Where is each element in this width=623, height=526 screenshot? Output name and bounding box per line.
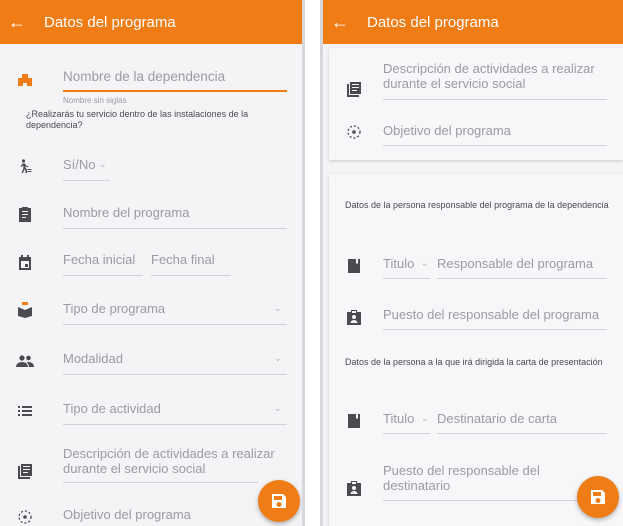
dependencia-input[interactable]: Nombre de la dependencia xyxy=(63,69,225,84)
puesto-responsable-underline xyxy=(383,329,607,330)
titulo-underline xyxy=(383,278,430,279)
chevron-down-icon: ⌄ xyxy=(99,159,107,169)
target-icon xyxy=(345,123,363,141)
titulo-select[interactable]: Titulo xyxy=(383,411,414,426)
destinatario-underline xyxy=(437,433,607,434)
programa-input[interactable]: Nombre del programa xyxy=(63,205,189,220)
responsable-input[interactable]: Responsable del programa xyxy=(437,256,593,271)
walking-person-icon xyxy=(16,158,34,176)
destinatario-input[interactable]: Destinatario de carta xyxy=(437,411,557,426)
si-no-select[interactable]: Sí/No xyxy=(63,157,96,172)
responsables-card: Datos de la persona responsable del prog… xyxy=(329,174,623,526)
objetivo-input[interactable]: Objetivo del programa xyxy=(383,123,511,138)
badge-icon xyxy=(345,479,363,497)
tipo-actividad-underline xyxy=(63,424,287,425)
tipo-actividad-select[interactable]: Tipo de actividad xyxy=(63,401,161,416)
chevron-down-icon: ⌄ xyxy=(421,413,429,423)
save-icon xyxy=(591,490,605,504)
descripcion-input[interactable]: Descripción de actividades a realizar du… xyxy=(63,446,287,476)
save-icon xyxy=(272,494,286,508)
dependencia-underline xyxy=(63,90,287,92)
page-title: Datos del programa xyxy=(44,13,176,31)
back-arrow-icon[interactable]: ← xyxy=(323,0,357,44)
chevron-down-icon: ⌄ xyxy=(274,303,282,313)
left-screen: ← Datos del programa Nombre de la depend… xyxy=(0,0,305,526)
modalidad-underline xyxy=(63,374,287,375)
fecha-inicial-underline xyxy=(63,275,143,276)
descripcion-underline xyxy=(383,99,607,100)
target-icon xyxy=(16,508,34,526)
si-no-underline xyxy=(63,180,110,181)
program-type-icon xyxy=(16,301,34,319)
app-bar: ← Datos del programa xyxy=(323,0,623,44)
chevron-down-icon: ⌄ xyxy=(274,353,282,363)
list-icon xyxy=(16,402,34,420)
tipo-programa-select[interactable]: Tipo de programa xyxy=(63,301,165,316)
objetivo-underline xyxy=(383,145,607,146)
badge-icon xyxy=(345,308,363,326)
puesto-destinatario-underline xyxy=(383,500,579,501)
back-arrow-icon[interactable]: ← xyxy=(0,0,34,44)
bookmark-icon xyxy=(345,412,363,430)
responsable-underline xyxy=(437,278,607,279)
puesto-destinatario-input[interactable]: Puesto del responsable del destinatario xyxy=(383,463,573,493)
puesto-responsable-input[interactable]: Puesto del responsable del programa xyxy=(383,307,599,322)
description-icon xyxy=(345,80,363,98)
descripcion-underline xyxy=(63,482,258,483)
program-detail-card: Descripción de actividades a realizar du… xyxy=(329,48,623,160)
descripcion-input[interactable]: Descripción de actividades a realizar du… xyxy=(383,61,611,91)
objetivo-input[interactable]: Objetivo del programa xyxy=(63,507,191,522)
save-button[interactable] xyxy=(258,480,300,522)
responsable-heading: Datos de la persona responsable del prog… xyxy=(345,200,609,210)
chevron-down-icon: ⌄ xyxy=(274,403,282,413)
stage: ← Datos del programa Nombre de la depend… xyxy=(0,0,623,526)
building-icon xyxy=(16,70,34,88)
fecha-final-underline xyxy=(151,275,231,276)
carta-heading: Datos de la persona a la que irá dirigid… xyxy=(345,357,603,367)
titulo-select[interactable]: Titulo xyxy=(383,256,414,271)
programa-underline xyxy=(63,228,287,229)
description-icon xyxy=(16,462,34,480)
fecha-inicial-input[interactable]: Fecha inicial xyxy=(63,252,135,267)
people-icon xyxy=(16,352,34,370)
instalaciones-question: ¿Realizarás tu servicio dentro de las in… xyxy=(26,109,249,130)
tipo-programa-underline xyxy=(63,324,287,325)
right-screen: ← Datos del programa Descripción de acti… xyxy=(320,0,623,526)
clipboard-icon xyxy=(16,205,34,223)
dependencia-helper: Nombre sin siglas xyxy=(63,96,127,105)
calendar-icon xyxy=(16,253,34,271)
fecha-final-input[interactable]: Fecha final xyxy=(151,252,215,267)
save-button[interactable] xyxy=(577,476,619,518)
page-title: Datos del programa xyxy=(367,13,499,31)
chevron-down-icon: ⌄ xyxy=(421,258,429,268)
modalidad-select[interactable]: Modalidad xyxy=(63,351,123,366)
titulo-underline xyxy=(383,433,430,434)
bookmark-icon xyxy=(345,257,363,275)
app-bar: ← Datos del programa xyxy=(0,0,302,44)
